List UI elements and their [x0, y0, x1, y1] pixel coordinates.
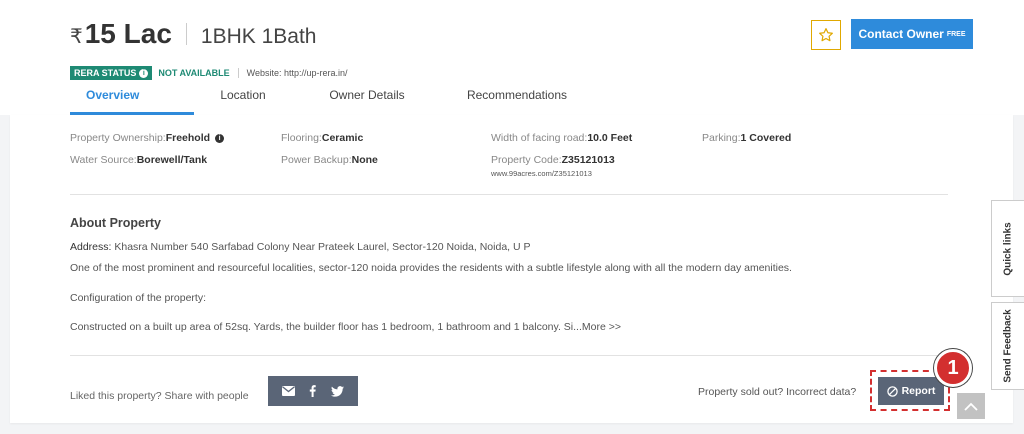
- divider: [70, 194, 948, 195]
- spec-value: 10.0 Feet: [587, 132, 633, 144]
- twitter-icon[interactable]: [330, 383, 346, 399]
- spec-label: Power Backup:: [281, 154, 352, 166]
- spec-road-width: Width of facing road:10.0 Feet: [491, 132, 632, 144]
- free-badge: FREE: [946, 30, 966, 38]
- spec-value: Freehold: [165, 132, 211, 144]
- tab-owner-details[interactable]: Owner Details: [292, 88, 442, 115]
- report-button-label: Report: [901, 385, 936, 397]
- spec-flooring: Flooring:Ceramic: [281, 132, 363, 144]
- about-line-2: Configuration of the property:: [70, 292, 206, 304]
- address-label: Address:: [70, 241, 112, 253]
- about-line-3: Constructed on a built up area of 52sq. …: [70, 321, 621, 333]
- spec-label: Width of facing road:: [491, 132, 588, 144]
- spec-property-code: Property Code:Z35121013: [491, 154, 615, 166]
- spec-label: Parking:: [702, 132, 741, 144]
- spec-water-source: Water Source:Borewell/Tank: [70, 154, 207, 166]
- more-link[interactable]: More >>: [582, 321, 621, 333]
- mail-icon[interactable]: [280, 383, 296, 399]
- rera-badge-label: RERA STATUS: [74, 68, 137, 78]
- info-icon: i: [139, 68, 149, 78]
- info-icon[interactable]: i: [215, 133, 225, 143]
- spec-value: Z35121013: [561, 154, 615, 166]
- about-line-1: One of the most prominent and resourcefu…: [70, 262, 792, 274]
- section-tabs: Overview Location Owner Details Recommen…: [70, 88, 592, 115]
- annotation-number-badge: 1: [934, 349, 972, 387]
- tab-overview[interactable]: Overview: [70, 88, 194, 115]
- spec-value: None: [351, 154, 378, 166]
- address-line: Address: Khasra Number 540 Sarfabad Colo…: [70, 241, 531, 253]
- rera-status-badge[interactable]: RERA STATUS i: [70, 66, 153, 80]
- spec-ownership: Property Ownership:Freehold i: [70, 132, 225, 144]
- quick-links-label: Quick links: [1002, 221, 1014, 276]
- price-separator: [185, 23, 187, 45]
- tab-location[interactable]: Location: [194, 88, 292, 115]
- spec-label: Property Ownership:: [70, 132, 166, 144]
- spec-label: Property Code:: [491, 154, 562, 166]
- rupee-symbol: ₹: [70, 26, 83, 48]
- address-text: Khasra Number 540 Sarfabad Colony Near P…: [114, 241, 531, 253]
- rera-website: Website: http://up-rera.in/: [237, 68, 348, 78]
- contact-owner-label: Contact Owner: [858, 27, 944, 41]
- divider: [70, 355, 948, 356]
- about-property-title: About Property: [70, 216, 161, 230]
- spec-value: Ceramic: [321, 132, 364, 144]
- spec-value: 1 Covered: [740, 132, 792, 144]
- price-block: ₹ 15 Lac 1BHK 1Bath: [70, 18, 316, 50]
- shortlist-button[interactable]: [811, 20, 841, 50]
- report-prompt: Property sold out? Incorrect data?: [698, 386, 857, 398]
- report-button[interactable]: Report: [878, 377, 944, 405]
- share-label: Liked this property? Share with people: [70, 390, 249, 402]
- facebook-icon[interactable]: [305, 383, 321, 399]
- send-feedback-tab[interactable]: Send Feedback: [991, 302, 1024, 390]
- scroll-to-top-button[interactable]: [957, 393, 985, 419]
- rera-row: RERA STATUS i NOT AVAILABLE Website: htt…: [70, 66, 348, 80]
- send-feedback-label: Send Feedback: [1002, 309, 1014, 383]
- quick-links-tab[interactable]: Quick links: [991, 200, 1024, 297]
- rera-status-value: NOT AVAILABLE: [158, 68, 230, 78]
- spec-value: Borewell/Tank: [136, 154, 208, 166]
- spec-parking: Parking:1 Covered: [702, 132, 791, 144]
- tab-recommendations[interactable]: Recommendations: [442, 88, 592, 115]
- property-code-url[interactable]: www.99acres.com/Z35121013: [491, 169, 592, 178]
- star-outline-icon: [819, 28, 833, 42]
- price-value: 15 Lac: [84, 18, 172, 49]
- property-config: 1BHK 1Bath: [200, 25, 317, 48]
- share-bar: [268, 376, 358, 406]
- block-icon: [886, 385, 898, 397]
- about-line-3-text: Constructed on a built up area of 52sq. …: [70, 321, 582, 333]
- chevron-up-icon: [964, 402, 978, 411]
- contact-owner-button[interactable]: Contact Owner FREE: [851, 19, 973, 49]
- spec-label: Flooring:: [281, 132, 322, 144]
- spec-label: Water Source:: [70, 154, 137, 166]
- property-details-card: Property Ownership:Freehold i Flooring:Ce…: [10, 115, 1013, 423]
- spec-power-backup: Power Backup:None: [281, 154, 378, 166]
- property-header: ₹ 15 Lac 1BHK 1Bath Contact Owner FREE R…: [0, 0, 1024, 115]
